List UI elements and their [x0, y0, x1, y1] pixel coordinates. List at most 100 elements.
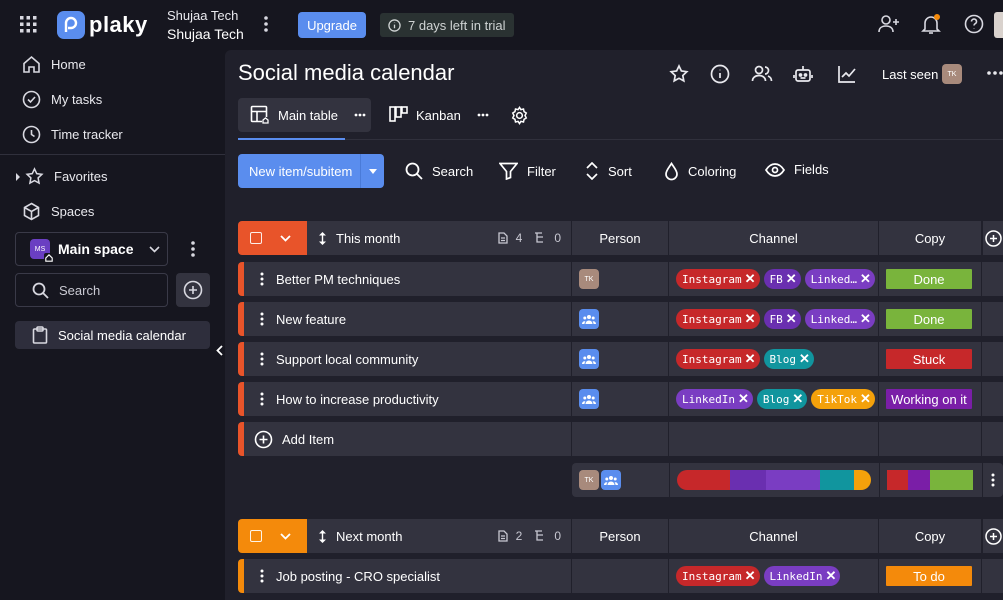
tab-more-icon[interactable] — [354, 113, 366, 117]
notifications-bell-icon[interactable] — [921, 14, 941, 35]
upgrade-button[interactable]: Upgrade — [298, 12, 366, 38]
table-row[interactable]: How to increase productivity LinkedIn ✕ B… — [238, 382, 1003, 416]
board-info-icon[interactable] — [710, 64, 730, 84]
fields-button[interactable]: Fields — [765, 162, 829, 177]
search-button[interactable]: Search — [405, 162, 473, 180]
status-badge[interactable]: Working on it — [886, 389, 972, 409]
status-badge[interactable]: To do — [886, 566, 972, 586]
remove-tag-icon[interactable]: ✕ — [826, 568, 837, 584]
person-cell[interactable] — [571, 302, 668, 336]
team-avatar-icon[interactable] — [579, 309, 599, 329]
team-avatar-icon[interactable] — [579, 389, 599, 409]
copy-status-cell[interactable]: To do — [878, 559, 981, 593]
group-checkbox[interactable] — [250, 232, 262, 244]
row-menu-icon[interactable] — [260, 312, 264, 326]
row-name-cell[interactable]: Better PM techniques — [244, 262, 571, 296]
row-name-cell[interactable]: How to increase productivity — [244, 382, 571, 416]
add-column-button[interactable] — [981, 519, 1003, 553]
channel-tag[interactable]: FB ✕ — [763, 269, 801, 289]
row-menu-icon[interactable] — [260, 392, 264, 406]
person-cell[interactable] — [571, 559, 668, 593]
favorite-star-icon[interactable] — [669, 64, 689, 84]
column-header-copy[interactable]: Copy — [878, 519, 981, 553]
avatar[interactable]: TK — [579, 269, 599, 289]
channel-tag[interactable]: Instagram ✕ — [676, 349, 760, 369]
remove-tag-icon[interactable]: ✕ — [799, 351, 810, 367]
table-row[interactable]: Job posting - CRO specialist Instagram ✕ … — [238, 559, 1003, 593]
table-row[interactable]: Better PM techniques TK Instagram ✕ FB ✕ L… — [238, 262, 1003, 296]
person-cell[interactable] — [571, 342, 668, 376]
sidebar-item-time-tracker[interactable]: Time tracker — [22, 125, 123, 144]
column-header-channel[interactable]: Channel — [668, 519, 878, 553]
chevron-down-icon[interactable] — [280, 532, 291, 540]
channel-tag[interactable]: Linked… ✕ — [804, 309, 875, 329]
workspace-switcher[interactable]: Shujaa Tech Shujaa Tech — [167, 7, 244, 43]
coloring-button[interactable]: Coloring — [664, 162, 736, 181]
automations-robot-icon[interactable] — [793, 64, 813, 84]
sidebar-item-my-tasks[interactable]: My tasks — [22, 90, 102, 109]
last-seen-avatar[interactable]: TK — [942, 64, 962, 84]
row-menu-icon[interactable] — [260, 569, 264, 583]
row-menu-icon[interactable] — [260, 352, 264, 366]
add-board-button[interactable] — [176, 273, 210, 307]
row-menu-icon[interactable] — [260, 272, 264, 286]
channel-tag[interactable]: LinkedIn ✕ — [763, 566, 841, 586]
workspace-menu-icon[interactable] — [264, 16, 268, 32]
board-members-icon[interactable] — [751, 64, 773, 84]
board-more-icon[interactable] — [987, 71, 1003, 75]
remove-tag-icon[interactable]: ✕ — [792, 391, 803, 407]
channel-tag[interactable]: Blog ✕ — [756, 389, 808, 409]
dashboard-chart-icon[interactable] — [837, 64, 857, 84]
drag-sort-icon[interactable] — [319, 529, 326, 543]
channel-cell[interactable]: Instagram ✕ FB ✕ Linked… ✕ — [668, 302, 878, 336]
collapse-sidebar-button[interactable] — [212, 340, 226, 360]
copy-status-cell[interactable]: Done — [878, 302, 981, 336]
remove-tag-icon[interactable]: ✕ — [745, 311, 756, 327]
channel-tag[interactable]: TikTok ✕ — [811, 389, 875, 409]
channel-cell[interactable]: LinkedIn ✕ Blog ✕ TikTok ✕ — [668, 382, 878, 416]
channel-cell[interactable]: Instagram ✕ FB ✕ Linked… ✕ — [668, 262, 878, 296]
copy-status-cell[interactable]: Working on it — [878, 382, 981, 416]
status-badge[interactable]: Stuck — [886, 349, 972, 369]
channel-tag[interactable]: Linked… ✕ — [804, 269, 875, 289]
help-icon[interactable] — [964, 14, 984, 34]
remove-tag-icon[interactable]: ✕ — [786, 271, 797, 287]
channel-tag[interactable]: FB ✕ — [763, 309, 801, 329]
remove-tag-icon[interactable]: ✕ — [860, 271, 871, 287]
copy-status-cell[interactable]: Done — [878, 262, 981, 296]
channel-tag[interactable]: Blog ✕ — [763, 349, 814, 369]
tab-more-icon[interactable] — [477, 113, 489, 117]
add-column-button[interactable] — [981, 221, 1003, 255]
remove-tag-icon[interactable]: ✕ — [860, 311, 871, 327]
remove-tag-icon[interactable]: ✕ — [738, 391, 749, 407]
channel-tag[interactable]: Instagram ✕ — [676, 566, 760, 586]
sort-button[interactable]: Sort — [585, 162, 632, 180]
tab-kanban[interactable]: Kanban — [377, 98, 489, 132]
group-color-handle[interactable] — [238, 221, 307, 255]
row-name-cell[interactable]: New feature — [244, 302, 571, 336]
row-name-cell[interactable]: Support local community — [244, 342, 571, 376]
channel-cell[interactable]: Instagram ✕ Blog ✕ — [668, 342, 878, 376]
plaky-logo[interactable]: plaky — [57, 11, 148, 39]
column-header-person[interactable]: Person — [571, 221, 668, 255]
status-badge[interactable]: Done — [886, 269, 972, 289]
filter-button[interactable]: Filter — [499, 162, 556, 180]
channel-tag[interactable]: Instagram ✕ — [676, 269, 760, 289]
copy-status-cell[interactable]: Stuck — [878, 342, 981, 376]
add-item-button[interactable]: Add Item — [244, 422, 571, 456]
space-menu-icon[interactable] — [191, 241, 195, 257]
group-color-handle[interactable] — [238, 519, 307, 553]
invite-user-icon[interactable] — [878, 14, 900, 34]
remove-tag-icon[interactable]: ✕ — [745, 351, 756, 367]
last-seen-label[interactable]: Last seen — [882, 67, 938, 82]
column-header-copy[interactable]: Copy — [878, 221, 981, 255]
channel-tag[interactable]: Instagram ✕ — [676, 309, 760, 329]
table-row[interactable]: New feature Instagram ✕ FB ✕ Linked… ✕ Done — [238, 302, 1003, 336]
space-selector[interactable]: MS Main space — [15, 232, 168, 266]
add-item-row[interactable]: Add Item — [238, 422, 1003, 456]
remove-tag-icon[interactable]: ✕ — [860, 391, 871, 407]
chevron-down-icon[interactable] — [280, 234, 291, 242]
person-cell[interactable]: TK — [571, 262, 668, 296]
row-name-cell[interactable]: Job posting - CRO specialist — [244, 559, 571, 593]
summary-menu-icon[interactable] — [982, 463, 1003, 497]
